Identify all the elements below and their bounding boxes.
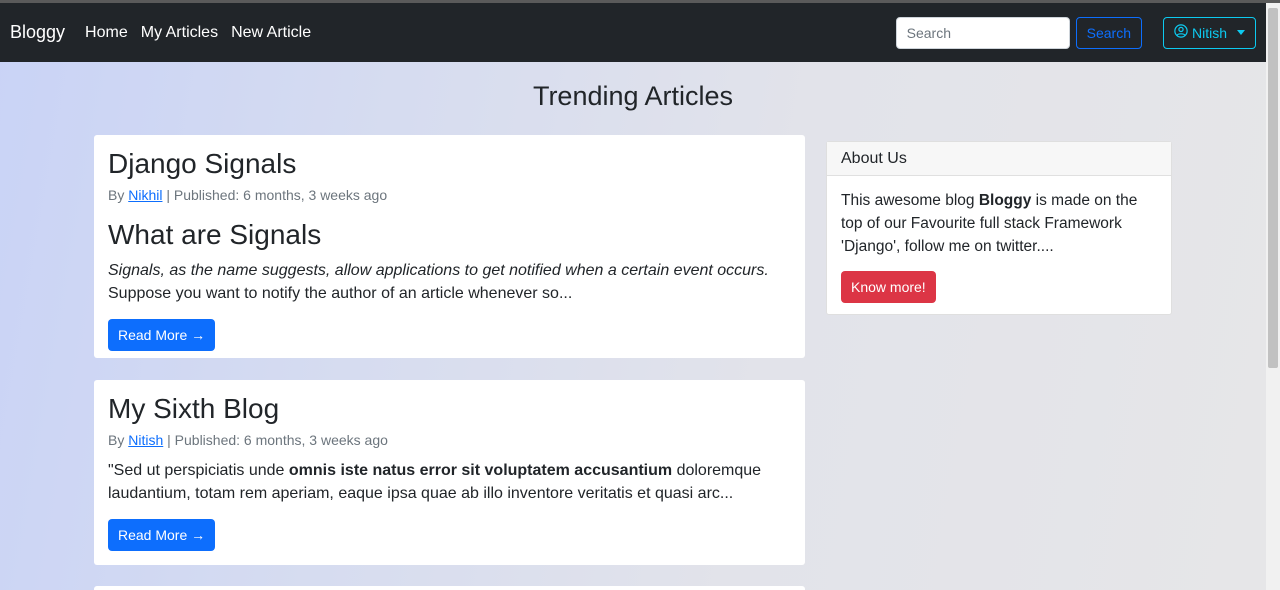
search-input[interactable] [895, 16, 1070, 49]
navbar-right: Search Nitish [895, 16, 1256, 49]
page-title: Trending Articles [532, 81, 734, 111]
scrollbar-thumb[interactable] [1268, 8, 1278, 368]
user-menu-label: Nitish [1191, 24, 1227, 41]
article-excerpt: "Sed ut perspiciatis unde omnis iste nat… [108, 462, 762, 502]
article-meta: By Nikhil | Published: 6 months, 3 weeks… [108, 187, 388, 203]
user-circle-icon [1174, 24, 1188, 41]
brand-logo[interactable]: Bloggy [10, 22, 65, 43]
read-more-button[interactable]: Read More → [108, 319, 216, 351]
published-date: | Published: 6 months, 3 weeks ago [163, 432, 388, 448]
article-title[interactable]: Django Signals [108, 147, 791, 181]
author-link[interactable]: Nikhil [128, 187, 162, 203]
nav-link-new-article[interactable]: New Article [231, 24, 311, 42]
about-us-body: This awesome blog Bloggy is made on the … [827, 176, 1171, 316]
published-date: | Published: 6 months, 3 weeks ago [162, 187, 388, 203]
nav-link-my-articles[interactable]: My Articles [141, 24, 218, 42]
article-card: Django Signals By Nikhil | Published: 6 … [94, 135, 805, 358]
article-card: My Sixth Blog By Nitish | Published: 6 m… [94, 380, 805, 565]
article-sub-heading: What are Signals [108, 219, 322, 250]
user-menu-button[interactable]: Nitish [1162, 16, 1256, 49]
chevron-down-icon [1237, 30, 1245, 35]
article-excerpt: Signals, as the name suggests, allow app… [108, 262, 769, 302]
about-us-header: About Us [827, 142, 1171, 176]
navbar: Bloggy Home My Articles New Article Sear… [0, 3, 1266, 62]
read-more-button[interactable]: Read More → [108, 519, 216, 551]
about-us-card: About Us This awesome blog Bloggy is mad… [826, 141, 1172, 315]
know-more-button[interactable]: Know more! [841, 271, 936, 303]
author-link[interactable]: Nitish [128, 432, 163, 448]
scrollbar-track[interactable] [1266, 3, 1280, 590]
nav-link-home[interactable]: Home [85, 24, 128, 42]
article-card-partial [94, 586, 805, 590]
article-title[interactable]: My Sixth Blog [108, 392, 791, 426]
about-us-text: This awesome blog Bloggy is made on the … [841, 192, 1138, 255]
search-button[interactable]: Search [1075, 16, 1142, 49]
article-meta: By Nitish | Published: 6 months, 3 weeks… [108, 432, 388, 448]
